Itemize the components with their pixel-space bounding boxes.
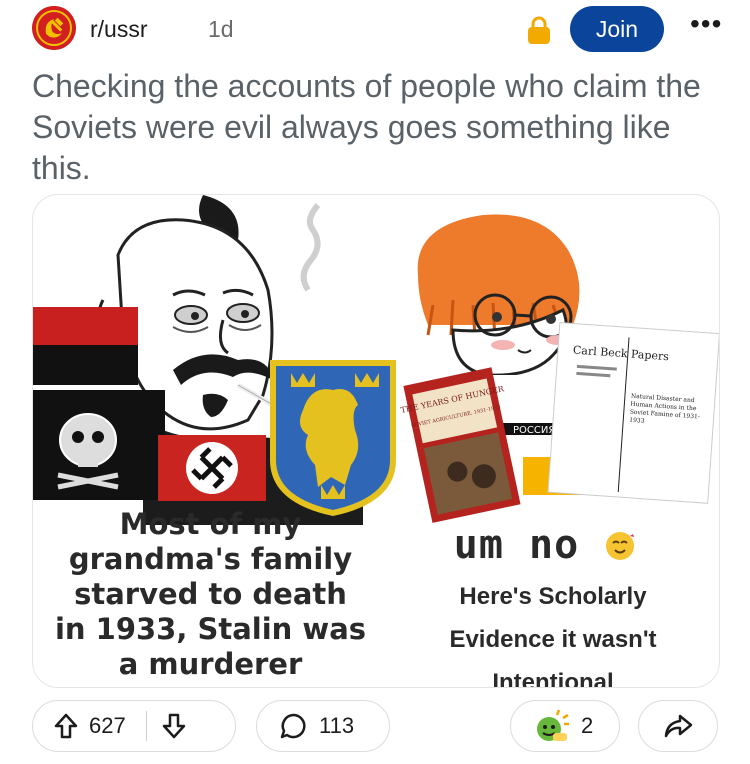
swastika-flag: [158, 435, 266, 501]
left-caption: Most of my grandma's family starved to d…: [33, 507, 388, 682]
upvote-count: 627: [89, 713, 126, 738]
blushing-emoji-icon: [606, 532, 635, 560]
subreddit-avatar[interactable]: [32, 6, 76, 50]
left-caption-line: a murderer: [118, 647, 303, 681]
right-caption-line: Here's Scholarly: [459, 583, 647, 610]
award-count: 2: [581, 713, 594, 738]
left-caption-line: starved to death: [74, 577, 347, 611]
vote-bar: 627: [32, 700, 236, 752]
right-caption-line: Intentional: [492, 669, 614, 688]
comment-bubble-icon: [280, 713, 306, 739]
post-image[interactable]: РОССИЯ THE YEARS OF HUNGER SOVIET AGRICU…: [32, 194, 720, 688]
right-caption-top: um no: [445, 525, 645, 565]
post-header: r/ussr 1d Join •••: [32, 6, 722, 52]
left-caption-line: grandma's family: [68, 542, 353, 576]
right-caption: Here's Scholarly Evidence it wasn't Inte…: [403, 575, 703, 688]
red-black-flag: [33, 307, 138, 385]
left-caption-line: in 1933, Stalin was: [54, 612, 367, 646]
more-options-icon[interactable]: •••: [690, 10, 722, 44]
hammer-sickle-icon: [32, 6, 76, 50]
award-button[interactable]: 2: [510, 700, 620, 752]
lion-shield: [270, 360, 396, 517]
post-age: 1d: [208, 16, 234, 42]
comment-count: 113: [319, 713, 355, 738]
carl-beck-papers: Carl Beck Papers Natural Disaster and Hu…: [547, 322, 719, 504]
downvote-arrow-icon[interactable]: [161, 712, 187, 740]
right-caption-line: Evidence it wasn't: [449, 626, 657, 653]
share-icon: [664, 714, 693, 738]
award-icon: [537, 709, 569, 741]
share-button[interactable]: [638, 700, 718, 752]
vote-divider: [145, 711, 147, 741]
upvote-arrow-icon[interactable]: [53, 712, 79, 740]
skull-flag: [33, 390, 165, 500]
subreddit-name[interactable]: r/ussr: [90, 16, 148, 43]
lock-icon: [528, 16, 550, 44]
comment-button[interactable]: 113: [256, 700, 390, 752]
left-caption-line: Most of my: [119, 507, 302, 541]
join-button[interactable]: Join: [570, 6, 664, 52]
svg-text:РОССИЯ: РОССИЯ: [513, 425, 555, 436]
post-title: Checking the accounts of people who clai…: [32, 68, 701, 186]
